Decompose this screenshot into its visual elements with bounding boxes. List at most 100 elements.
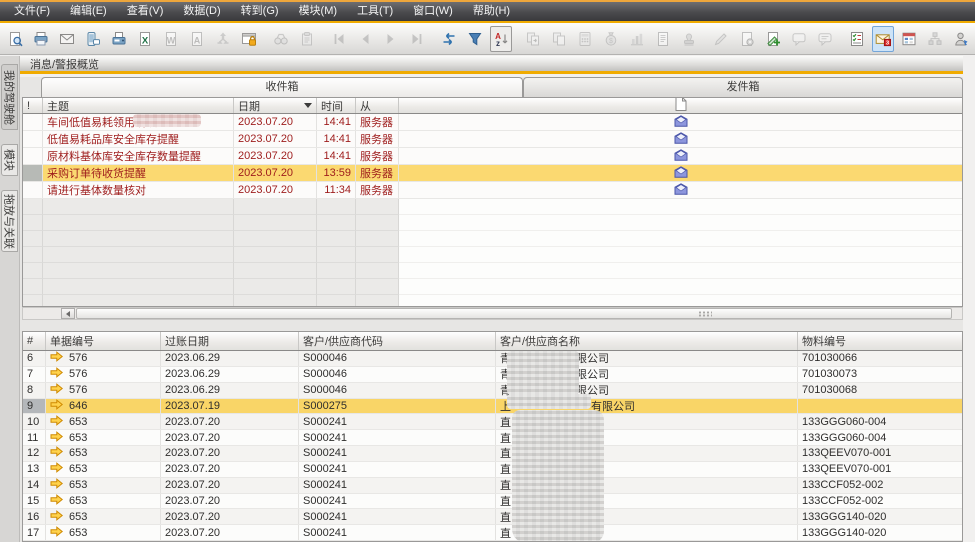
approval-stamp-button[interactable] (678, 26, 700, 52)
document-settings-button[interactable] (736, 26, 758, 52)
sidebar-tab-drag-relate[interactable]: 拖放与关联 (1, 190, 18, 252)
documents-column-header-num[interactable]: # (23, 332, 46, 350)
export-pdf-button[interactable]: A (186, 26, 208, 52)
document-row[interactable]: 176532023.07.20S000241直133GGG140-020 (23, 525, 962, 541)
document-row[interactable]: 136532023.07.20S000241直133QEEV070-001 (23, 462, 962, 478)
document-row[interactable]: 146532023.07.20S000241直133CCF052-002 (23, 478, 962, 494)
user-button[interactable] (950, 26, 972, 52)
inbox-empty-row (23, 263, 962, 279)
journal-entry-button[interactable] (652, 26, 674, 52)
document-row[interactable]: 156532023.07.20S000241直133CCF052-002 (23, 494, 962, 510)
document-row[interactable]: 106532023.07.20S000241直133GGG060-004 (23, 414, 962, 430)
calendar-button[interactable] (898, 26, 920, 52)
previous-record-button[interactable] (354, 26, 376, 52)
first-record-button[interactable] (328, 26, 350, 52)
documents-column-header-item[interactable]: 物料编号 (798, 332, 962, 350)
link-arrow-icon[interactable] (50, 367, 63, 381)
launch-application-button[interactable] (212, 26, 234, 52)
documents-column-header-doc[interactable]: 单据编号 (46, 332, 161, 350)
menu-item-goto[interactable]: 转到(G) (231, 2, 289, 21)
find-button[interactable] (270, 26, 292, 52)
window-tab-strip[interactable]: 消息/警报概览 (20, 56, 963, 74)
quote-comment-button[interactable] (814, 26, 836, 52)
sms-button[interactable] (82, 26, 104, 52)
tab-inbox[interactable]: 收件箱 (41, 77, 523, 97)
documents-column-header-code[interactable]: 客户/供应商代码 (299, 332, 496, 350)
document-row[interactable]: 75762023.06.29S000046青限公司701030073 (23, 367, 962, 383)
inbox-row[interactable]: 原材料基体库安全库存数量提醒2023.07.2014:41服务器 (23, 148, 962, 165)
form-settings-button[interactable] (762, 26, 784, 52)
link-arrow-icon[interactable] (50, 383, 63, 397)
menu-item-view[interactable]: 查看(V) (117, 2, 174, 21)
link-arrow-icon[interactable] (50, 510, 63, 524)
inbox-row[interactable]: 车间低值易耗领用确认2023.07.2014:41服务器 (23, 114, 962, 131)
link-arrow-icon[interactable] (50, 478, 63, 492)
document-row[interactable]: 65762023.06.29S000046青限公司701030066 (23, 351, 962, 367)
inbox-row[interactable]: 低值易耗品库安全库存提醒2023.07.2014:41服务器 (23, 131, 962, 148)
sidebar-tab-modules[interactable]: 模块 (1, 144, 18, 176)
sort-table-button[interactable]: Az (490, 26, 512, 52)
documents-column-header-name[interactable]: 客户/供应商名称 (496, 332, 798, 350)
org-chart-button[interactable] (924, 26, 946, 52)
last-record-button[interactable] (406, 26, 428, 52)
scrollbar-track[interactable] (23, 308, 61, 319)
document-row[interactable]: 85762023.06.29S000046青限公司701030068 (23, 383, 962, 399)
inbox-column-header-flag[interactable]: ! (23, 98, 43, 113)
calculator-button[interactable] (574, 26, 596, 52)
inbox-column-header-doc[interactable] (399, 98, 962, 113)
link-arrow-icon[interactable] (50, 399, 63, 413)
link-arrow-icon[interactable] (50, 351, 63, 365)
link-arrow-icon[interactable] (50, 526, 63, 540)
email-button[interactable] (56, 26, 78, 52)
document-row[interactable]: 166532023.07.20S000241直133GGG140-020 (23, 509, 962, 525)
payment-means-button[interactable]: $ (600, 26, 622, 52)
paste-button[interactable] (296, 26, 318, 52)
document-row[interactable]: 116532023.07.20S000241直133GGG060-004 (23, 430, 962, 446)
inbox-from-cell: 服务器 (356, 148, 399, 164)
export-word-button[interactable]: W (160, 26, 182, 52)
menu-item-tools[interactable]: 工具(T) (347, 2, 403, 21)
refresh-record-button[interactable] (438, 26, 460, 52)
print-button[interactable] (30, 26, 52, 52)
inbox-column-header-subject[interactable]: 主题 (43, 98, 234, 113)
menu-item-modules[interactable]: 模块(M) (289, 2, 348, 21)
document-row[interactable]: 126532023.07.20S000241直133QEEV070-001 (23, 446, 962, 462)
messages-alerts-button[interactable]: 3 (872, 26, 894, 52)
scroll-left-button[interactable] (61, 308, 75, 319)
edit-document-button[interactable] (710, 26, 732, 52)
sidebar-tab-my-cockpit[interactable]: 我的驾驶舱 (1, 64, 18, 130)
print-preview-button[interactable] (4, 26, 26, 52)
document-row[interactable]: 96462023.07.19S000275上有限公司 (23, 399, 962, 415)
chart-wizard-button[interactable] (626, 26, 648, 52)
menu-item-edit[interactable]: 编辑(E) (60, 2, 117, 21)
lock-screen-button[interactable] (238, 26, 260, 52)
fax-button[interactable] (108, 26, 130, 52)
inbox-column-header-time[interactable]: 时间 (317, 98, 356, 113)
inbox-column-header-from[interactable]: 从 (356, 98, 399, 113)
inbox-column-label: 主题 (47, 98, 69, 113)
menu-item-data[interactable]: 数据(D) (173, 2, 230, 21)
link-arrow-icon[interactable] (50, 446, 63, 460)
link-arrow-icon[interactable] (50, 431, 63, 445)
comment-button[interactable] (788, 26, 810, 52)
menu-item-file[interactable]: 文件(F) (4, 2, 60, 21)
inbox-row[interactable]: 采购订单待收货提醒2023.07.2013:59服务器 (23, 165, 962, 182)
menu-item-help[interactable]: 帮助(H) (463, 2, 520, 21)
menu-item-window[interactable]: 窗口(W) (403, 2, 463, 21)
tab-outbox[interactable]: 发件箱 (523, 77, 963, 97)
inbox-column-header-date[interactable]: 日期 (234, 98, 317, 113)
inbox-row[interactable]: 请进行基体数量核对2023.07.2011:34服务器 (23, 182, 962, 199)
copy-table-button[interactable] (548, 26, 570, 52)
checklist-button[interactable] (846, 26, 868, 52)
filter-table-button[interactable] (464, 26, 486, 52)
link-arrow-icon[interactable] (50, 494, 63, 508)
export-excel-button[interactable]: X (134, 26, 156, 52)
link-arrow-icon[interactable] (50, 462, 63, 476)
document-num-cell: 10 (23, 414, 46, 429)
copy-special-button[interactable] (522, 26, 544, 52)
link-arrow-icon[interactable] (50, 415, 63, 429)
scrollbar-thumb[interactable] (76, 308, 952, 319)
documents-column-header-date[interactable]: 过账日期 (161, 332, 299, 350)
horizontal-scrollbar[interactable] (22, 307, 963, 320)
next-record-button[interactable] (380, 26, 402, 52)
